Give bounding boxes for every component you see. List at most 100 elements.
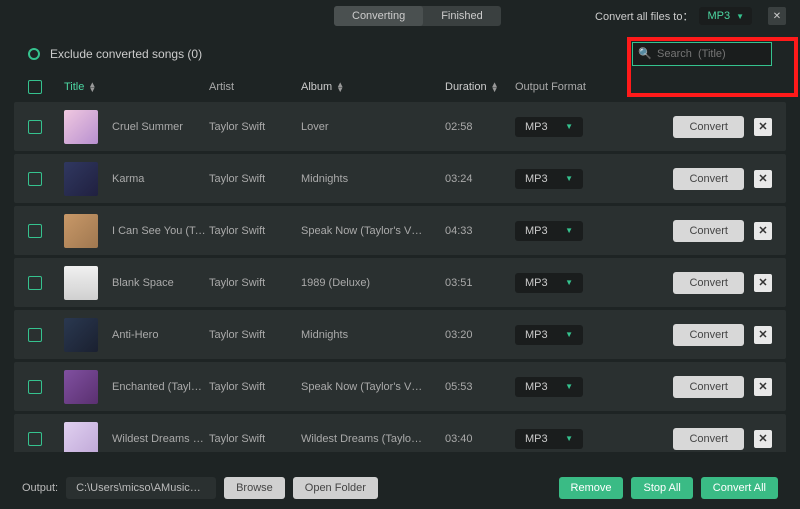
delete-button[interactable]: ✕ <box>754 378 772 396</box>
convert-button[interactable]: Convert <box>673 220 744 242</box>
circle-icon <box>28 48 40 60</box>
album-cell: 1989 (Deluxe) <box>301 277 445 289</box>
table-row: Anti-HeroTaylor SwiftMidnights03:20MP3▼ C… <box>14 310 786 359</box>
convert-all-button[interactable]: Convert All <box>701 477 778 499</box>
caret-down-icon: ▼ <box>565 434 573 443</box>
format-select[interactable]: MP3▼ <box>515 325 583 345</box>
convert-button[interactable]: Convert <box>673 428 744 450</box>
col-duration[interactable]: Duration▲▼ <box>445 81 515 93</box>
tab-group: Converting Finished <box>334 6 501 26</box>
col-album[interactable]: Album▲▼ <box>301 81 445 93</box>
convert-button[interactable]: Convert <box>673 376 744 398</box>
album-cell: Speak Now (Taylor's V… <box>301 381 445 393</box>
delete-button[interactable]: ✕ <box>754 326 772 344</box>
search-input[interactable] <box>632 42 772 66</box>
caret-down-icon: ▼ <box>736 12 744 21</box>
title-cell: Enchanted (Taylor'… <box>112 381 207 393</box>
tab-finished[interactable]: Finished <box>423 6 501 26</box>
duration-cell: 05:53 <box>445 381 515 393</box>
format-select[interactable]: MP3▼ <box>515 429 583 449</box>
open-folder-button[interactable]: Open Folder <box>293 477 378 499</box>
artist-cell: Taylor Swift <box>209 329 301 341</box>
convert-button[interactable]: Convert <box>673 168 744 190</box>
table-row: Enchanted (Taylor'…Taylor SwiftSpeak Now… <box>14 362 786 411</box>
remove-button[interactable]: Remove <box>559 477 624 499</box>
bottom-bar: Output: C:\Users\micso\AMusicSoft\… Brow… <box>0 467 800 509</box>
output-path: C:\Users\micso\AMusicSoft\… <box>66 477 216 499</box>
table-row: Cruel SummerTaylor SwiftLover02:58MP3▼Co… <box>14 102 786 151</box>
exclude-toggle[interactable]: Exclude converted songs (0) <box>28 47 202 61</box>
sort-icon: ▲▼ <box>88 82 96 92</box>
sort-icon: ▲▼ <box>336 82 344 92</box>
album-cell: Wildest Dreams (Taylo… <box>301 433 445 445</box>
row-checkbox[interactable] <box>28 120 42 134</box>
format-select[interactable]: MP3▼ <box>515 117 583 137</box>
duration-cell: 02:58 <box>445 121 515 133</box>
format-select[interactable]: MP3 ▼ <box>515 377 583 397</box>
album-cell: Midnights <box>301 329 445 341</box>
delete-button[interactable]: ✕ <box>754 118 772 136</box>
convert-button[interactable]: Convert <box>673 324 744 346</box>
album-art <box>64 370 98 404</box>
artist-cell: Taylor Swift <box>209 173 301 185</box>
row-checkbox[interactable] <box>28 224 42 238</box>
convert-all-label: Convert all files to： MP3 ▼ ✕ <box>595 7 786 25</box>
table-row: Wildest Dreams (T…Taylor SwiftWildest Dr… <box>14 414 786 452</box>
duration-cell: 03:51 <box>445 277 515 289</box>
delete-button[interactable]: ✕ <box>754 222 772 240</box>
row-checkbox[interactable] <box>28 380 42 394</box>
search-icon: 🔍 <box>638 47 652 60</box>
convert-button[interactable]: Convert <box>673 272 744 294</box>
delete-button[interactable]: ✕ <box>754 274 772 292</box>
duration-cell: 04:33 <box>445 225 515 237</box>
artist-cell: Taylor Swift <box>209 277 301 289</box>
title-cell: Blank Space <box>112 277 207 289</box>
format-select[interactable]: MP3▼ <box>515 169 583 189</box>
duration-cell: 03:20 <box>445 329 515 341</box>
duration-cell: 03:40 <box>445 433 515 445</box>
select-all-checkbox[interactable] <box>28 80 42 94</box>
album-art <box>64 162 98 196</box>
row-checkbox[interactable] <box>28 328 42 342</box>
tab-converting[interactable]: Converting <box>334 6 423 26</box>
caret-down-icon: ▼ <box>565 226 573 235</box>
search-wrap: 🔍 <box>632 42 772 66</box>
format-value: MP3 <box>525 381 548 393</box>
delete-button[interactable]: ✕ <box>754 430 772 448</box>
format-select[interactable]: MP3▼ <box>515 221 583 241</box>
table-header: Title▲▼ Artist Album▲▼ Duration▲▼ Output… <box>14 72 786 102</box>
convert-all-text: Convert all files to： <box>595 8 693 24</box>
album-art <box>64 422 98 453</box>
title-cell: Karma <box>112 173 207 185</box>
table-row: Blank SpaceTaylor Swift1989 (Deluxe)03:5… <box>14 258 786 307</box>
duration-cell: 03:24 <box>445 173 515 185</box>
title-cell: Cruel Summer <box>112 121 207 133</box>
convert-button[interactable]: Convert <box>673 116 744 138</box>
row-checkbox[interactable] <box>28 276 42 290</box>
artist-cell: Taylor Swift <box>209 381 301 393</box>
col-artist[interactable]: Artist <box>209 81 301 93</box>
album-cell: Midnights <box>301 173 445 185</box>
convert-all-format-value: MP3 <box>707 10 730 22</box>
close-icon[interactable]: ✕ <box>768 7 786 25</box>
caret-down-icon: ▼ <box>565 122 573 131</box>
row-checkbox[interactable] <box>28 172 42 186</box>
top-bar: Converting Finished Convert all files to… <box>0 0 800 32</box>
artist-cell: Taylor Swift <box>209 433 301 445</box>
format-value: MP3 <box>525 173 548 185</box>
delete-button[interactable]: ✕ <box>754 170 772 188</box>
browse-button[interactable]: Browse <box>224 477 285 499</box>
row-checkbox[interactable] <box>28 432 42 446</box>
format-select[interactable]: MP3▼ <box>515 273 583 293</box>
col-title[interactable]: Title▲▼ <box>64 81 209 93</box>
title-cell: Anti-Hero <box>112 329 207 341</box>
convert-all-format-select[interactable]: MP3 ▼ <box>699 7 752 25</box>
album-art <box>64 266 98 300</box>
format-value: MP3 <box>525 277 548 289</box>
album-art <box>64 318 98 352</box>
title-cell: Wildest Dreams (T… <box>112 433 207 445</box>
stop-all-button[interactable]: Stop All <box>631 477 692 499</box>
caret-down-icon: ▼ <box>565 382 573 391</box>
caret-down-icon: ▼ <box>565 330 573 339</box>
table: Title▲▼ Artist Album▲▼ Duration▲▼ Output… <box>0 72 800 452</box>
